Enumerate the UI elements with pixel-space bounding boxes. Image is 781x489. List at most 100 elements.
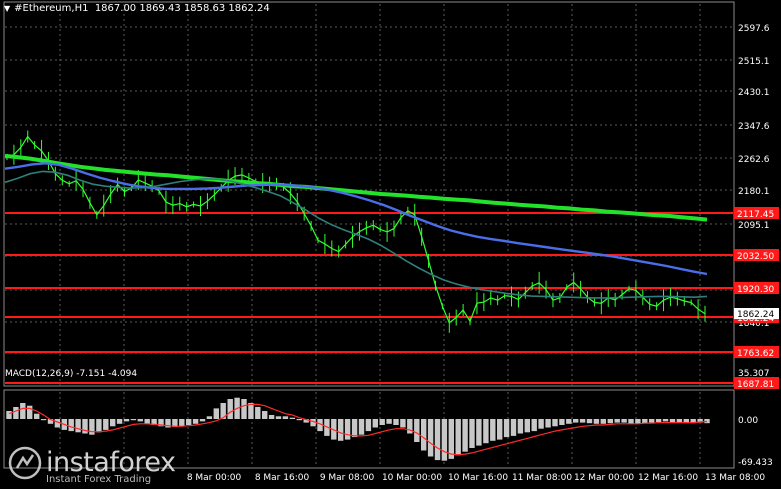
macd-bar — [552, 419, 558, 427]
level-tag-label: 2032.50 — [737, 252, 774, 262]
level-tag-label: 1687.81 — [737, 380, 774, 390]
macd-bar — [393, 419, 399, 425]
chart-canvas[interactable]: 2597.6 2515.1 2430.1 2347.6 2262.6 2180.1 2095… — [0, 0, 781, 489]
macd-bar — [414, 419, 420, 442]
macd-bar — [441, 419, 448, 461]
macd-bar — [662, 419, 669, 422]
macd-bar — [510, 419, 517, 436]
macd-bar — [186, 419, 192, 425]
macd-bar — [573, 419, 579, 423]
macd-bar — [559, 419, 565, 425]
macd-bar — [649, 419, 655, 423]
current-price-label: 1862.24 — [737, 310, 774, 320]
macd-bar — [96, 419, 102, 433]
macd-bar — [462, 419, 468, 452]
price-tick-label: 2095.1 — [738, 221, 770, 231]
macd-bar — [545, 419, 551, 428]
macd-bar — [275, 416, 282, 419]
macd-bar — [358, 419, 365, 435]
macd-tick-label: 35.307 — [738, 369, 770, 379]
macd-bar — [538, 419, 544, 429]
level-tag-label: 2117.45 — [737, 210, 774, 220]
macd-bar — [248, 403, 254, 419]
symbol-timeframe: #Ethereum,H1 — [14, 3, 89, 14]
time-axis-label: 10 Mar 16:00 — [448, 473, 508, 483]
macd-bar — [344, 419, 351, 440]
macd-bar — [179, 419, 185, 427]
macd-bar — [123, 419, 130, 422]
collapse-triangle-icon[interactable]: ▼ — [4, 4, 10, 13]
instaforex-logo-icon — [8, 446, 42, 480]
macd-bar — [607, 419, 613, 424]
macd-bar — [476, 419, 482, 446]
macd-bar — [206, 416, 213, 419]
macd-bar — [655, 419, 662, 422]
macd-bar — [110, 419, 116, 427]
macd-bar — [338, 419, 344, 441]
macd-bar — [490, 419, 496, 441]
watermark-tagline: Instant Forex Trading — [46, 474, 152, 485]
macd-bar — [255, 407, 261, 419]
instaforex-watermark: instaforex Instant Forex Trading — [6, 444, 184, 488]
macd-bar — [13, 407, 19, 419]
macd-bar — [579, 419, 586, 423]
macd-bar — [566, 419, 572, 424]
macd-bar — [227, 399, 233, 419]
macd-bar — [642, 419, 648, 424]
time-axis-label: 12 Mar 16:00 — [638, 473, 698, 483]
macd-bar — [503, 419, 510, 438]
macd-bar — [268, 415, 275, 419]
macd-bar — [600, 419, 606, 424]
chart-background — [0, 0, 781, 489]
macd-bar — [372, 419, 378, 428]
macd-bar — [593, 419, 600, 424]
macd-bar — [68, 419, 74, 432]
macd-bar — [116, 419, 123, 424]
macd-bar — [386, 419, 392, 424]
macd-bar — [497, 419, 503, 440]
macd-bar — [89, 419, 95, 435]
macd-bar — [296, 419, 302, 421]
macd-bar — [421, 419, 427, 451]
level-tag-label: 1920.30 — [737, 285, 774, 295]
macd-label: MACD(12,26,9) -7.151 -4.094 — [5, 369, 138, 379]
macd-bar — [75, 419, 81, 433]
macd-bar — [282, 416, 289, 419]
time-axis-label: 13 Mar 08:00 — [705, 473, 765, 483]
macd-bar — [524, 419, 530, 433]
macd-bar — [469, 419, 475, 448]
macd-bar — [241, 399, 247, 419]
macd-bar — [400, 419, 406, 428]
macd-bar — [40, 419, 47, 421]
macd-bar — [586, 419, 593, 424]
price-tick-label: 2347.6 — [738, 122, 770, 132]
macd-bar — [289, 417, 296, 419]
macd-bar — [351, 419, 358, 438]
macd-bar — [192, 419, 199, 424]
macd-bar — [621, 419, 627, 423]
macd-bar — [365, 419, 372, 432]
macd-bar — [144, 419, 150, 424]
macd-tick-label: 0.00 — [738, 416, 758, 426]
time-axis-label: 8 Mar 00:00 — [187, 473, 242, 483]
chart-header: ▼ #Ethereum,H1 1867.00 1869.43 1858.63 18… — [4, 3, 270, 14]
time-axis-label: 12 Mar 00:00 — [574, 473, 634, 483]
macd-bar — [434, 419, 441, 461]
macd-bar — [669, 419, 676, 422]
macd-bar — [137, 419, 143, 422]
ohlc-values: 1867.00 1869.43 1858.63 1862.24 — [94, 3, 270, 14]
macd-bar — [628, 419, 634, 424]
time-axis-label: 8 Mar 16:00 — [255, 473, 310, 483]
macd-bar — [427, 419, 434, 457]
macd-tick-label: -69.433 — [738, 458, 773, 468]
time-axis-label: 9 Mar 08:00 — [320, 473, 375, 483]
macd-bar — [130, 419, 137, 421]
macd-bar — [483, 419, 489, 444]
price-tick-label: 2430.1 — [738, 88, 770, 98]
macd-bar — [517, 419, 524, 434]
macd-bar — [199, 419, 206, 422]
macd-bar — [531, 419, 537, 432]
level-tag-label: 1763.62 — [737, 349, 774, 359]
time-axis-label: 10 Mar 00:00 — [382, 473, 442, 483]
macd-bar — [379, 419, 385, 425]
